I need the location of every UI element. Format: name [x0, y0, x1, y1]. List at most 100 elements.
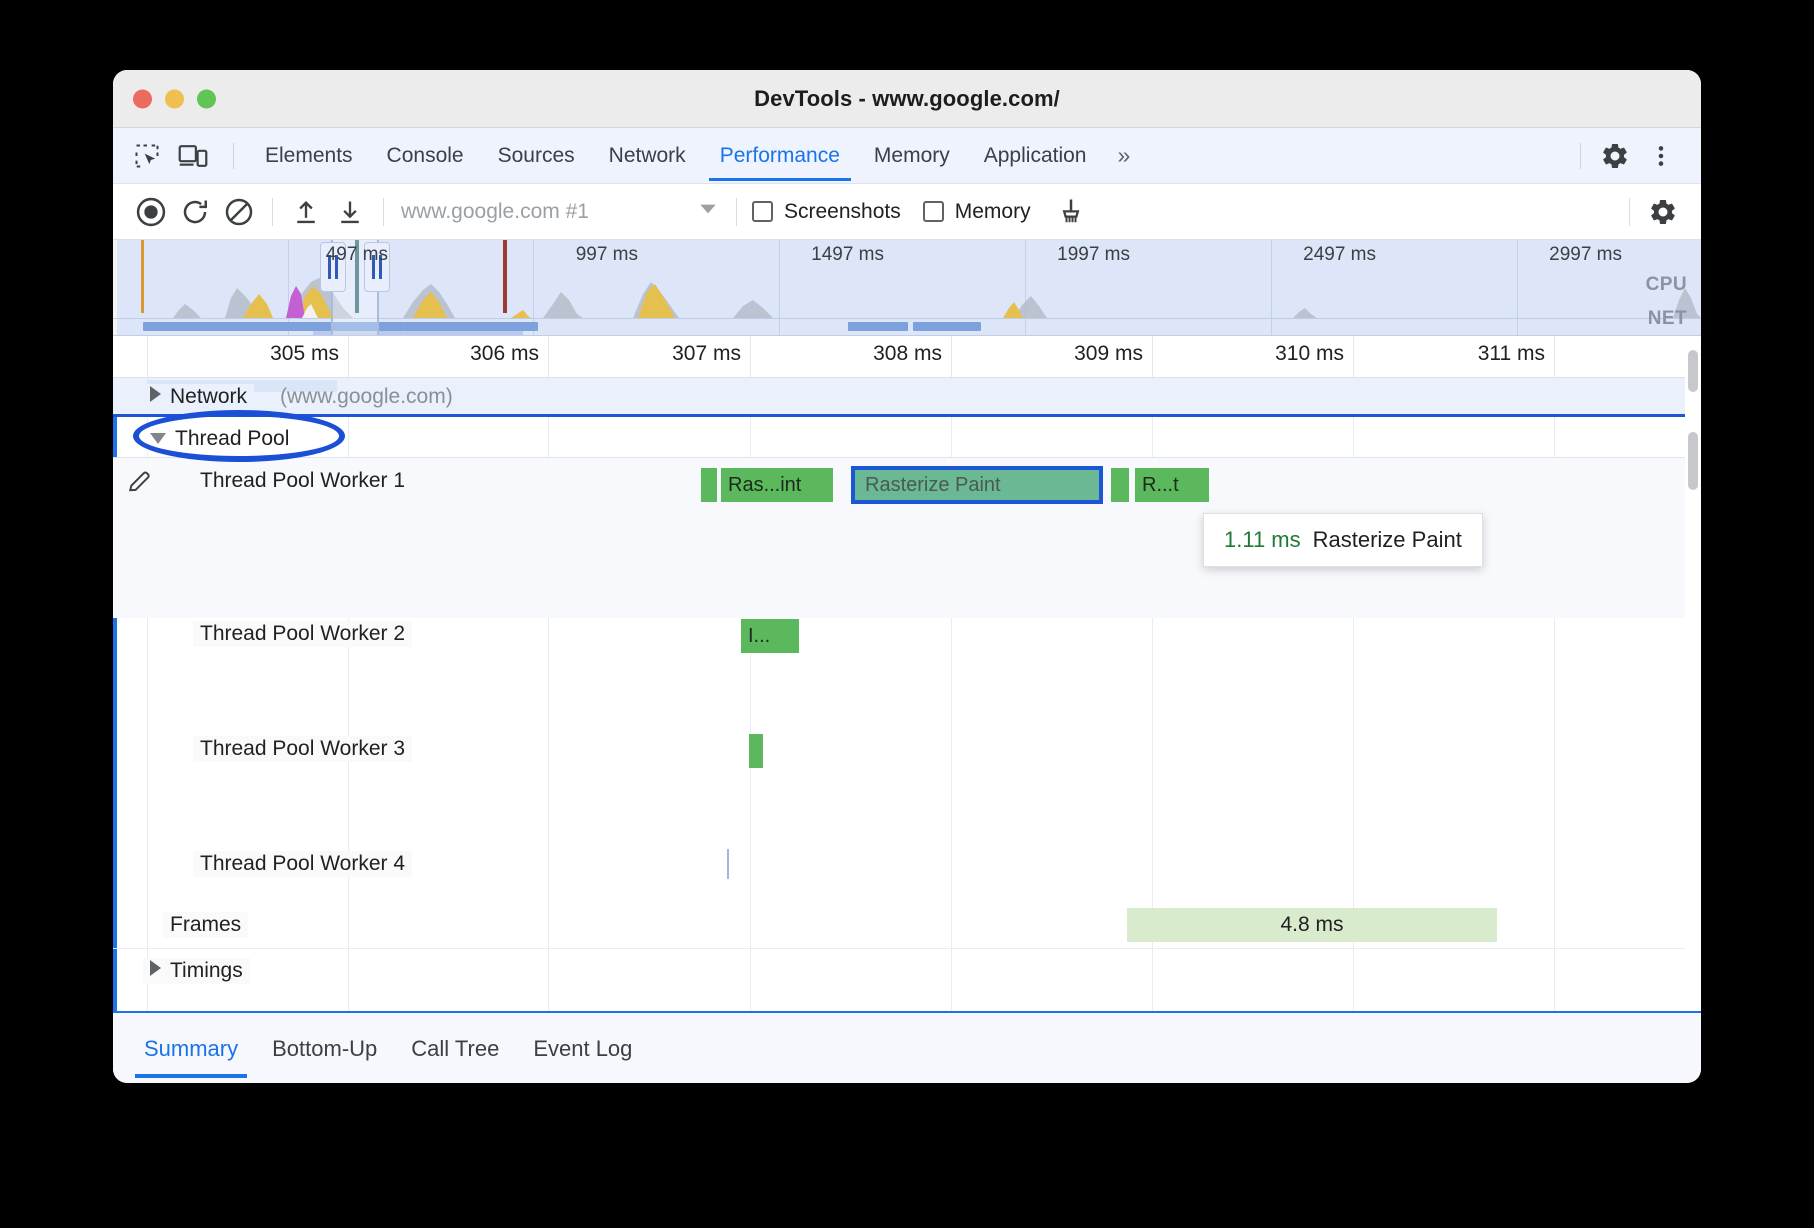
overview-network-bar [848, 322, 908, 331]
overview-tick-label: 2997 ms [1549, 244, 1630, 266]
overview-tick-label: 2497 ms [1303, 244, 1384, 266]
ruler-tick-label: 308 ms [873, 342, 951, 366]
overview-tick-label: 997 ms [576, 244, 646, 266]
device-toolbar-icon[interactable] [173, 136, 213, 176]
tab-summary[interactable]: Summary [127, 1018, 255, 1078]
tooltip-duration: 1.11 ms [1224, 527, 1301, 553]
toolbar-divider-2 [383, 198, 384, 226]
network-track-title[interactable]: Network [143, 384, 254, 410]
flame-event[interactable]: I... [741, 619, 799, 653]
thread-pool-track-title[interactable]: Thread Pool [143, 426, 296, 452]
track-gridline [951, 900, 952, 1012]
worker4-track-title[interactable]: Thread Pool Worker 4 [193, 851, 412, 877]
toolbar-divider-1 [272, 198, 273, 226]
more-tabs-icon[interactable]: » [1103, 136, 1141, 175]
memory-checkbox-box [923, 201, 944, 222]
flame-event[interactable] [1111, 468, 1129, 502]
memory-label: Memory [955, 200, 1031, 224]
chevron-right-icon [150, 960, 161, 976]
worker3-track-title[interactable]: Thread Pool Worker 3 [193, 736, 412, 762]
chevron-right-icon [150, 386, 161, 402]
flame-event[interactable]: R...t [1135, 468, 1209, 502]
save-profile-button[interactable] [328, 192, 372, 232]
devtools-window: DevTools - www.google.com/ Elements Cons… [113, 70, 1701, 1083]
devtools-tab-strip: Elements Console Sources Network Perform… [113, 128, 1701, 184]
tab-call-tree[interactable]: Call Tree [394, 1018, 516, 1078]
frames-track-title[interactable]: Frames [163, 912, 248, 938]
tab-console[interactable]: Console [370, 130, 481, 181]
tab-application[interactable]: Application [967, 130, 1104, 181]
tab-performance[interactable]: Performance [703, 130, 857, 181]
scrollbar-thumb[interactable] [1688, 350, 1698, 392]
worker1-track-title[interactable]: Thread Pool Worker 1 [193, 468, 412, 494]
track-gridline [348, 900, 349, 1012]
ruler-gridline [1554, 336, 1555, 377]
chevron-down-icon [150, 433, 166, 444]
session-select-value: www.google.com #1 [401, 200, 697, 224]
window-title: DevTools - www.google.com/ [113, 86, 1701, 112]
reload-and-record-button[interactable] [173, 192, 217, 232]
timings-track-title[interactable]: Timings [143, 958, 250, 984]
tab-event-log[interactable]: Event Log [516, 1018, 649, 1078]
frames-timings-divider [113, 948, 1701, 949]
flame-event[interactable] [727, 849, 729, 879]
ruler-gridline [348, 336, 349, 377]
ruler-gridline [1152, 336, 1153, 377]
performance-toolbar: www.google.com #1 Screenshots Memory [113, 184, 1701, 240]
tabstrip-right-group [1566, 136, 1687, 176]
tracks-scrollbar[interactable] [1685, 340, 1701, 1010]
tab-elements[interactable]: Elements [248, 130, 370, 181]
tab-sources[interactable]: Sources [481, 130, 592, 181]
flamechart-tracks[interactable]: Network (www.google.com) Thread Pool Thr… [113, 378, 1701, 908]
timings-track-label: Timings [170, 959, 243, 982]
timeline-overview[interactable]: 497 ms 997 ms 1497 ms 1997 ms 2497 ms 29… [113, 240, 1701, 336]
ruler-tick-label: 306 ms [470, 342, 548, 366]
settings-gear-icon[interactable] [1595, 136, 1635, 176]
frame-bar[interactable]: 4.8 ms [1127, 908, 1497, 942]
overview-cpu-axis-label: CPU [1646, 274, 1687, 296]
inspect-element-icon[interactable] [127, 136, 167, 176]
screenshots-checkbox-box [752, 201, 773, 222]
edit-pencil-icon[interactable] [127, 468, 153, 499]
memory-checkbox[interactable]: Memory [923, 200, 1031, 224]
ruler-gridline [750, 336, 751, 377]
more-options-icon[interactable] [1641, 136, 1681, 176]
overview-net-axis-label: NET [1648, 308, 1687, 330]
flamechart-ruler[interactable]: 305 ms 306 ms 307 ms 308 ms 309 ms 310 m… [113, 336, 1701, 378]
flame-event[interactable] [701, 468, 717, 502]
overview-network-bar [913, 322, 981, 331]
flame-event-selected[interactable]: Rasterize Paint [851, 466, 1103, 504]
record-button[interactable] [129, 192, 173, 232]
session-select[interactable]: www.google.com #1 [395, 198, 725, 225]
event-tooltip: 1.11 ms Rasterize Paint [1203, 513, 1483, 567]
chevron-down-icon [697, 198, 719, 225]
overview-tick-label: 497 ms [326, 244, 396, 266]
flame-event[interactable]: Ras...int [721, 468, 833, 502]
ruler-gridline [1353, 336, 1354, 377]
tab-network[interactable]: Network [592, 130, 703, 181]
overview-network-bar [403, 322, 538, 331]
toolbar-divider-3 [736, 198, 737, 226]
maximize-window-button[interactable] [197, 89, 216, 108]
scrollbar-thumb[interactable] [1688, 432, 1698, 490]
screenshots-checkbox[interactable]: Screenshots [752, 200, 901, 224]
clear-button[interactable] [217, 192, 261, 232]
ruler-tick-label: 310 ms [1275, 342, 1353, 366]
minimize-window-button[interactable] [165, 89, 184, 108]
tabstrip-right-divider [1580, 143, 1581, 169]
title-bar: DevTools - www.google.com/ [113, 70, 1701, 128]
worker2-track-title[interactable]: Thread Pool Worker 2 [193, 621, 412, 647]
tab-bottom-up[interactable]: Bottom-Up [255, 1018, 394, 1078]
overview-marker-orange [141, 240, 144, 313]
collect-garbage-icon[interactable] [1049, 192, 1093, 232]
close-window-button[interactable] [133, 89, 152, 108]
tooltip-event-name: Rasterize Paint [1313, 527, 1462, 553]
capture-settings-gear-icon[interactable] [1641, 192, 1685, 232]
ruler-tick-label: 307 ms [672, 342, 750, 366]
load-profile-button[interactable] [284, 192, 328, 232]
toolbar-divider-4 [1629, 198, 1630, 226]
tab-memory[interactable]: Memory [857, 130, 967, 181]
thread-pool-track-label: Thread Pool [175, 427, 289, 450]
ruler-gridline [147, 336, 148, 377]
flame-event[interactable] [749, 734, 763, 768]
